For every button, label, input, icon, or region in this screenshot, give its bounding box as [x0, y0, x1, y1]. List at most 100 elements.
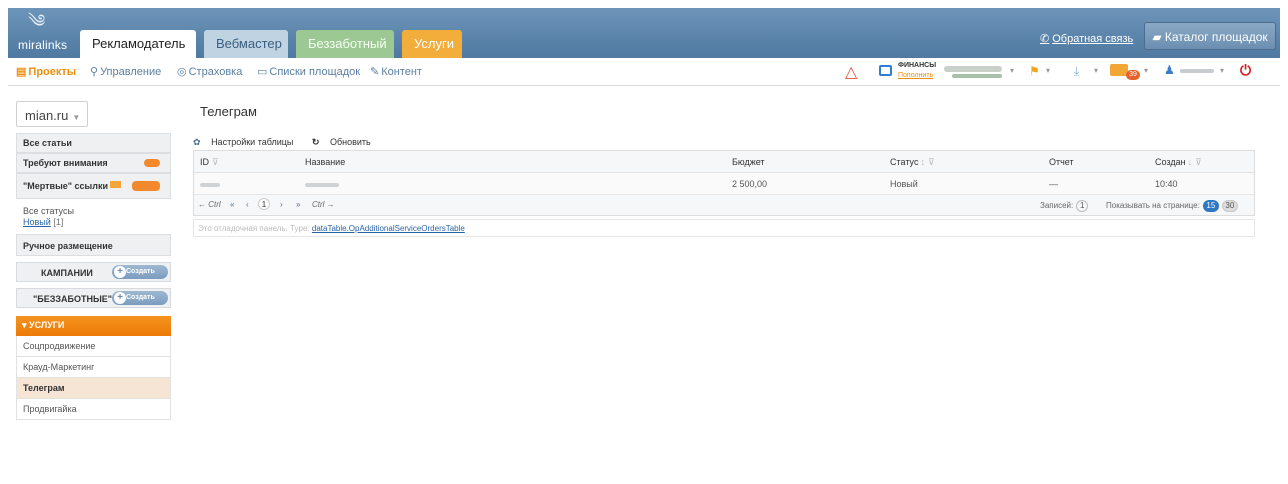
refresh-icon: ↻ — [311, 137, 320, 147]
site-select-value: mian.ru — [25, 108, 69, 123]
page-title: Телеграм — [200, 104, 257, 119]
logo[interactable]: ༄ miralinks — [18, 12, 78, 56]
col-id[interactable]: ID ⊽ — [200, 157, 219, 168]
flag-chevron-down-icon[interactable]: ▾ — [1046, 66, 1050, 75]
tab-webmaster[interactable]: Вебмастер — [204, 30, 288, 58]
sidebar-dead-links-label: "Мертвые" ссылки — [23, 181, 108, 191]
col-id-label: ID — [200, 157, 209, 167]
current-page[interactable]: 1 — [258, 198, 270, 210]
catalog-label: Каталог площадок — [1164, 30, 1268, 44]
tab-advertiser[interactable]: Рекламодатель — [80, 30, 196, 58]
sidebar-need-attention[interactable]: Требуют внимания — [16, 153, 171, 173]
site-select[interactable]: mian.ru ▼ — [16, 101, 88, 127]
filter-icon[interactable]: ⊽ — [928, 157, 935, 167]
sidebar-manual-placement[interactable]: Ручное размещение — [16, 234, 171, 256]
sidebar-campaigns[interactable]: КАМПАНИИ + Создать — [16, 262, 171, 282]
create-campaign-button[interactable]: + Создать — [112, 265, 168, 279]
attention-toggle[interactable] — [144, 159, 160, 167]
table-row[interactable]: 2 500,00 Новый — 10:40 — [194, 173, 1254, 195]
status-filter-new[interactable]: Новый [1] — [23, 217, 63, 227]
bird-logo-icon: ༄ — [28, 11, 46, 31]
row-status: Новый — [890, 179, 918, 189]
bell-icon[interactable]: △ — [845, 62, 857, 82]
campaigns-label: КАМПАНИИ — [41, 268, 93, 278]
pagination: ← Ctrl « ‹ 1 › » Ctrl → Записей: 1 Показы… — [194, 195, 1254, 215]
filter-icon[interactable]: ⊽ — [212, 157, 219, 167]
nav-content-label: Контент — [381, 66, 422, 78]
last-page-button[interactable]: » — [296, 200, 300, 209]
col-budget[interactable]: Бюджет — [732, 157, 765, 167]
nav-projects[interactable]: ▤ Проекты — [16, 65, 76, 78]
flag-icon[interactable]: ⚑ — [1029, 64, 1040, 78]
projects-icon: ▤ — [16, 66, 27, 78]
nav-projects-label: Проекты — [28, 66, 77, 78]
edit-icon: ✎ — [370, 66, 380, 78]
username-blurred — [1180, 69, 1214, 73]
logout-icon[interactable]: ⏻ — [1240, 62, 1251, 79]
list-icon: ▭ — [257, 66, 268, 78]
dead-links-toggle[interactable] — [132, 181, 160, 191]
finance-chevron-down-icon[interactable]: ▾ — [1010, 66, 1014, 75]
sidebar-all-articles[interactable]: Все статьи — [16, 133, 171, 153]
status-new-count: [1] — [53, 217, 64, 227]
mail-count-badge: 39 — [1126, 70, 1140, 80]
top-header: ༄ miralinks Рекламодатель Вебмастер Безз… — [8, 8, 1280, 58]
download-icon[interactable]: ⤓ — [1074, 64, 1079, 79]
nav-management[interactable]: ⚲ Управление — [90, 65, 161, 78]
per-page-30[interactable]: 30 — [1221, 200, 1238, 212]
col-created[interactable]: Создан ↓ ⊽ — [1155, 157, 1202, 168]
logo-text: miralinks — [18, 38, 68, 52]
download-chevron-down-icon[interactable]: ▾ — [1094, 66, 1098, 75]
balance-blurred — [944, 66, 1002, 72]
plus-icon: + — [114, 292, 126, 304]
per-page-label: Показывать на странице: — [1106, 201, 1200, 211]
feedback-link[interactable]: ✆ Обратная связь — [1040, 32, 1133, 45]
orders-table: ID ⊽ Название Бюджет Статус ↕ ⊽ Отчет Созда… — [193, 150, 1255, 216]
col-status[interactable]: Статус ↕ ⊽ — [890, 157, 935, 168]
row-name-blurred[interactable] — [305, 183, 339, 187]
col-name[interactable]: Название — [305, 157, 345, 167]
sidebar-item-telegram[interactable]: Телеграм — [16, 378, 171, 399]
user-icon[interactable]: ♟ — [1164, 63, 1175, 77]
user-chevron-down-icon[interactable]: ▾ — [1220, 66, 1224, 75]
records-label: Записей: — [1040, 201, 1074, 211]
col-report[interactable]: Отчет — [1049, 157, 1074, 167]
tab-carefree[interactable]: Беззаботный — [296, 30, 394, 58]
table-header: ID ⊽ Название Бюджет Статус ↕ ⊽ Отчет Созда… — [194, 151, 1254, 173]
row-created: 10:40 — [1155, 179, 1178, 189]
status-new-link[interactable]: Новый — [23, 217, 51, 227]
new-badge-icon — [110, 181, 121, 188]
sidebar-carefree[interactable]: "БЕЗЗАБОТНЫЕ" + Создать — [16, 288, 171, 308]
prev-hint: ← Ctrl — [198, 200, 221, 209]
table-settings-button[interactable]: ✿ Настройки таблицы — [193, 137, 301, 147]
sidebar-item-prodvigayka[interactable]: Продвигайка — [16, 399, 171, 420]
finance-topup-link[interactable]: Пополнить — [898, 72, 933, 79]
nav-content[interactable]: ✎ Контент — [370, 65, 422, 78]
all-statuses-label: Все статусы — [23, 206, 74, 216]
debug-label: Это отладочная панель. Type: — [198, 224, 310, 233]
folder-icon: ▰ — [1152, 30, 1165, 44]
sidebar-services-header[interactable]: ▾ УСЛУГИ — [16, 316, 171, 336]
sidebar-item-social[interactable]: Соцпродвижение — [16, 336, 171, 357]
sidebar-dead-links[interactable]: "Мертвые" ссылки — [16, 173, 171, 199]
chevron-down-icon: ▼ — [72, 113, 81, 122]
per-page-15[interactable]: 15 — [1202, 200, 1219, 212]
first-page-button[interactable]: « — [230, 200, 234, 209]
refresh-button[interactable]: ↻ Обновить — [312, 137, 379, 147]
debug-type-link[interactable]: dataTable.OpAdditionalServiceOrdersTable — [312, 224, 465, 233]
filter-icon[interactable]: ⊽ — [1195, 157, 1202, 167]
create-carefree-button[interactable]: + Создать — [112, 291, 168, 305]
wallet-icon — [879, 65, 892, 76]
sidebar-item-crowd-marketing[interactable]: Крауд-Маркетинг — [16, 357, 171, 378]
nav-site-lists[interactable]: ▭ Списки площадок — [257, 65, 360, 78]
prev-page-button[interactable]: ‹ — [246, 200, 249, 209]
tab-services[interactable]: Услуги — [402, 30, 462, 58]
carefree-label: "БЕЗЗАБОТНЫЕ" — [33, 294, 113, 304]
sidebar-manual-label: Ручное размещение — [23, 241, 113, 251]
next-page-button[interactable]: › — [280, 200, 283, 209]
finance-title: ФИНАНСЫ — [898, 62, 937, 69]
mail-chevron-down-icon[interactable]: ▾ — [1144, 66, 1148, 75]
nav-insurance[interactable]: ◎ Страховка — [177, 65, 242, 78]
sidebar-all-articles-label: Все статьи — [23, 138, 72, 148]
catalog-button[interactable]: ▰ Каталог площадок — [1144, 22, 1276, 50]
